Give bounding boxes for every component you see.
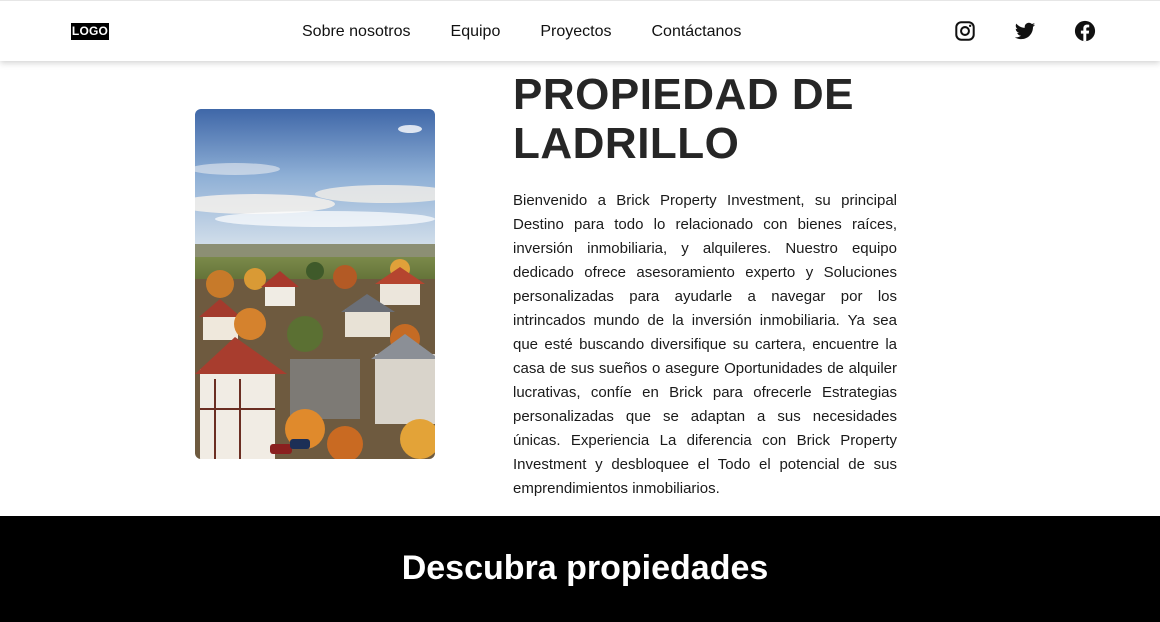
- nav-link-contactanos[interactable]: Contáctanos: [651, 22, 741, 42]
- page-title: PROPIEDAD DE LADRILLO: [513, 70, 854, 168]
- village-photo: [195, 109, 435, 459]
- social-links: [954, 20, 1134, 42]
- discover-heading: Descubra propiedades: [401, 549, 769, 587]
- nav-link-equipo[interactable]: Equipo: [451, 22, 501, 42]
- instagram-icon[interactable]: [954, 20, 976, 42]
- facebook-icon[interactable]: [1074, 20, 1096, 42]
- top-navbar: LOGO Sobre nosotros Equipo Proyectos Con…: [0, 0, 1160, 61]
- twitter-icon[interactable]: [1014, 20, 1036, 42]
- nav-link-proyectos[interactable]: Proyectos: [540, 22, 611, 42]
- intro-paragraph: Bienvenido a Brick Property Investment, …: [513, 192, 897, 497]
- logo[interactable]: LOGO: [71, 23, 109, 40]
- main-nav: Sobre nosotros Equipo Proyectos Contácta…: [302, 22, 781, 42]
- nav-link-sobre-nosotros[interactable]: Sobre nosotros: [302, 22, 411, 42]
